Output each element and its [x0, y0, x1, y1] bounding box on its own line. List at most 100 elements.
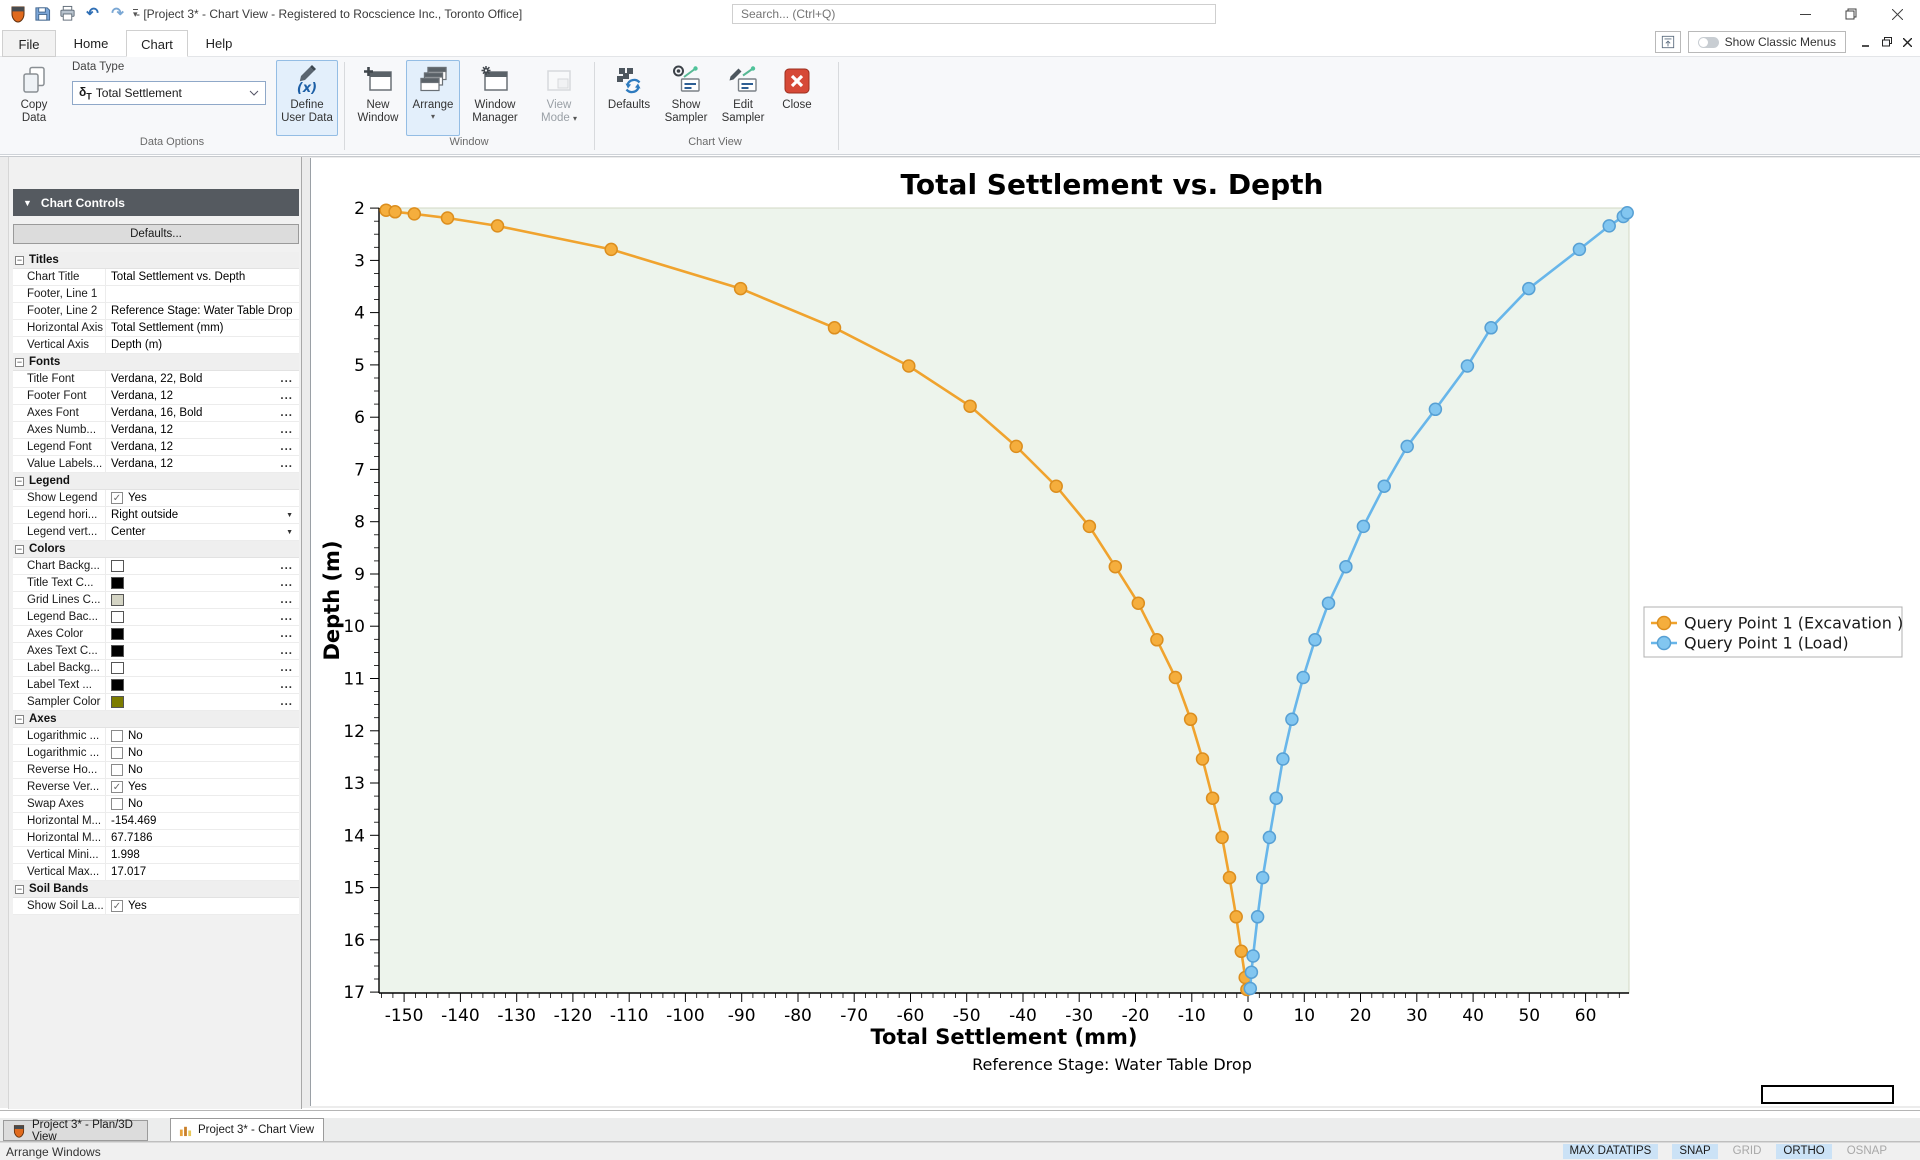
property-row-footer-line-1[interactable]: Footer, Line 1 — [13, 285, 299, 303]
status-toggle-osnap[interactable]: OSNAP — [1840, 1144, 1894, 1159]
tab-file[interactable]: File — [2, 30, 56, 57]
color-swatch[interactable] — [111, 662, 124, 674]
collapse-icon[interactable]: − — [15, 714, 24, 724]
ellipsis-button[interactable]: ... — [280, 662, 293, 674]
property-row-logarithmic[interactable]: Logarithmic ... No — [13, 744, 299, 762]
restore-button[interactable] — [1828, 0, 1874, 28]
collapse-icon[interactable]: − — [15, 544, 24, 554]
checkbox[interactable] — [111, 747, 123, 759]
status-toggle-grid[interactable]: GRID — [1726, 1144, 1769, 1159]
collapse-icon[interactable]: − — [15, 255, 24, 265]
property-row-chart-title[interactable]: Chart Title Total Settlement vs. Depth — [13, 268, 299, 286]
tab-chart[interactable]: Chart — [126, 30, 188, 57]
redo-icon[interactable]: ↷ — [108, 4, 127, 23]
property-row-footer-font[interactable]: Footer Font Verdana, 12... — [13, 387, 299, 405]
chart-canvas[interactable]: -150 -140 -130 -120 -110 -100 -90 -80 -70 -60 -50-… — [311, 158, 1907, 1103]
chart-legend[interactable]: Query Point 1 (Excavation )Query Point 1… — [1643, 606, 1903, 658]
undo-icon[interactable]: ↶ — [83, 4, 102, 23]
minimize-button[interactable] — [1782, 0, 1828, 28]
color-swatch[interactable] — [111, 611, 124, 623]
property-row-legend-bac[interactable]: Legend Bac...... — [13, 608, 299, 626]
view-mode-button[interactable]: View Mode ▾ — [530, 60, 588, 136]
property-row-axes-color[interactable]: Axes Color... — [13, 625, 299, 643]
section-header-axes[interactable]: − Axes — [13, 711, 299, 728]
edit-sampler-button[interactable]: Edit Sampler — [716, 60, 770, 136]
property-row-label-text[interactable]: Label Text ...... — [13, 676, 299, 694]
dropdown-arrow-icon[interactable]: ▼ — [286, 529, 293, 536]
property-row-axes-font[interactable]: Axes Font Verdana, 16, Bold... — [13, 404, 299, 422]
property-row-horizontal-axis[interactable]: Horizontal Axis Total Settlement (mm) — [13, 319, 299, 337]
ellipsis-button[interactable]: ... — [280, 628, 293, 640]
copy-data-button[interactable]: Copy Data — [8, 60, 60, 136]
toggle-switch-icon[interactable] — [1697, 36, 1719, 48]
ellipsis-button[interactable]: ... — [280, 373, 293, 385]
collapse-icon[interactable]: − — [15, 884, 24, 894]
pin-ribbon-icon[interactable] — [1654, 31, 1681, 53]
color-swatch[interactable] — [111, 645, 124, 657]
property-row-logarithmic[interactable]: Logarithmic ... No — [13, 727, 299, 745]
ellipsis-button[interactable]: ... — [280, 424, 293, 436]
property-row-sampler-color[interactable]: Sampler Color... — [13, 693, 299, 711]
checkbox[interactable]: ✓ — [111, 781, 123, 793]
show-classic-menus-toggle[interactable]: Show Classic Menus — [1687, 31, 1846, 53]
property-row-legend-hori[interactable]: Legend hori... Right outside ▼ — [13, 506, 299, 524]
ellipsis-button[interactable]: ... — [280, 458, 293, 470]
show-sampler-button[interactable]: Show Sampler — [660, 60, 712, 136]
property-row-legend-vert[interactable]: Legend vert... Center ▼ — [13, 523, 299, 541]
property-row-title-font[interactable]: Title Font Verdana, 22, Bold... — [13, 370, 299, 388]
ellipsis-button[interactable]: ... — [280, 594, 293, 606]
property-row-show-legend[interactable]: Show Legend ✓ Yes — [13, 489, 299, 507]
checkbox[interactable] — [111, 730, 123, 742]
search-input[interactable] — [732, 4, 1216, 24]
chart-view-window[interactable]: -150 -140 -130 -120 -110 -100 -90 -80 -70 -60 -50-… — [310, 158, 1920, 1106]
property-row-axes-numb[interactable]: Axes Numb... Verdana, 12... — [13, 421, 299, 439]
color-swatch[interactable] — [111, 628, 124, 640]
ellipsis-button[interactable]: ... — [280, 696, 293, 708]
close-window-button[interactable] — [1874, 0, 1920, 28]
color-swatch[interactable] — [111, 560, 124, 572]
ellipsis-button[interactable]: ... — [280, 560, 293, 572]
property-row-reverse-ho[interactable]: Reverse Ho... No — [13, 761, 299, 779]
ellipsis-button[interactable]: ... — [280, 679, 293, 691]
section-header-colors[interactable]: − Colors — [13, 541, 299, 558]
tab-chart-view[interactable]: Project 3* - Chart View — [170, 1118, 324, 1141]
collapse-icon[interactable]: − — [15, 476, 24, 486]
property-row-reverse-ver[interactable]: Reverse Ver... ✓ Yes — [13, 778, 299, 796]
property-row-label-backg[interactable]: Label Backg...... — [13, 659, 299, 677]
property-row-grid-lines-c[interactable]: Grid Lines C...... — [13, 591, 299, 609]
property-row-show-soil-la[interactable]: Show Soil La... ✓ Yes — [13, 897, 299, 915]
color-swatch[interactable] — [111, 577, 124, 589]
close-chart-button[interactable]: Close — [774, 60, 820, 136]
property-row-swap-axes[interactable]: Swap Axes No — [13, 795, 299, 813]
checkbox[interactable] — [111, 798, 123, 810]
ellipsis-button[interactable]: ... — [280, 577, 293, 589]
checkbox[interactable]: ✓ — [111, 492, 123, 504]
section-header-titles[interactable]: − Titles — [13, 252, 299, 269]
status-toggle-ortho[interactable]: ORTHO — [1776, 1144, 1832, 1159]
section-header-legend[interactable]: − Legend — [13, 473, 299, 490]
app-logo-icon[interactable] — [8, 4, 27, 23]
collapse-icon[interactable]: − — [15, 357, 24, 367]
save-icon[interactable] — [33, 4, 52, 23]
define-user-data-button[interactable]: (x) Define User Data — [276, 60, 338, 136]
ellipsis-button[interactable]: ... — [280, 611, 293, 623]
data-type-select[interactable]: δT Total Settlement — [72, 81, 266, 105]
property-row-horizontal-m[interactable]: Horizontal M... 67.7186 — [13, 829, 299, 847]
arrange-button[interactable]: Arrange ▾ — [406, 60, 460, 136]
new-window-button[interactable]: New Window — [352, 60, 404, 136]
color-swatch[interactable] — [111, 594, 124, 606]
checkbox[interactable] — [111, 764, 123, 776]
mdi-restore-button[interactable] — [1878, 34, 1895, 51]
property-row-value-labels[interactable]: Value Labels... Verdana, 12... — [13, 455, 299, 473]
property-row-axes-text-c[interactable]: Axes Text C...... — [13, 642, 299, 660]
mdi-close-button[interactable] — [1899, 34, 1916, 51]
panel-defaults-button[interactable]: Defaults... — [13, 224, 299, 244]
tab-plan-3d-view[interactable]: Project 3* - Plan/3D View — [3, 1119, 148, 1143]
checkbox[interactable]: ✓ — [111, 900, 123, 912]
section-header-soil-bands[interactable]: − Soil Bands — [13, 881, 299, 898]
status-toggle-max-datatips[interactable]: MAX DATATIPS — [1562, 1144, 1659, 1159]
property-row-legend-font[interactable]: Legend Font Verdana, 12... — [13, 438, 299, 456]
tab-home[interactable]: Home — [60, 30, 122, 57]
color-swatch[interactable] — [111, 696, 124, 708]
defaults-button[interactable]: Defaults — [602, 60, 656, 136]
